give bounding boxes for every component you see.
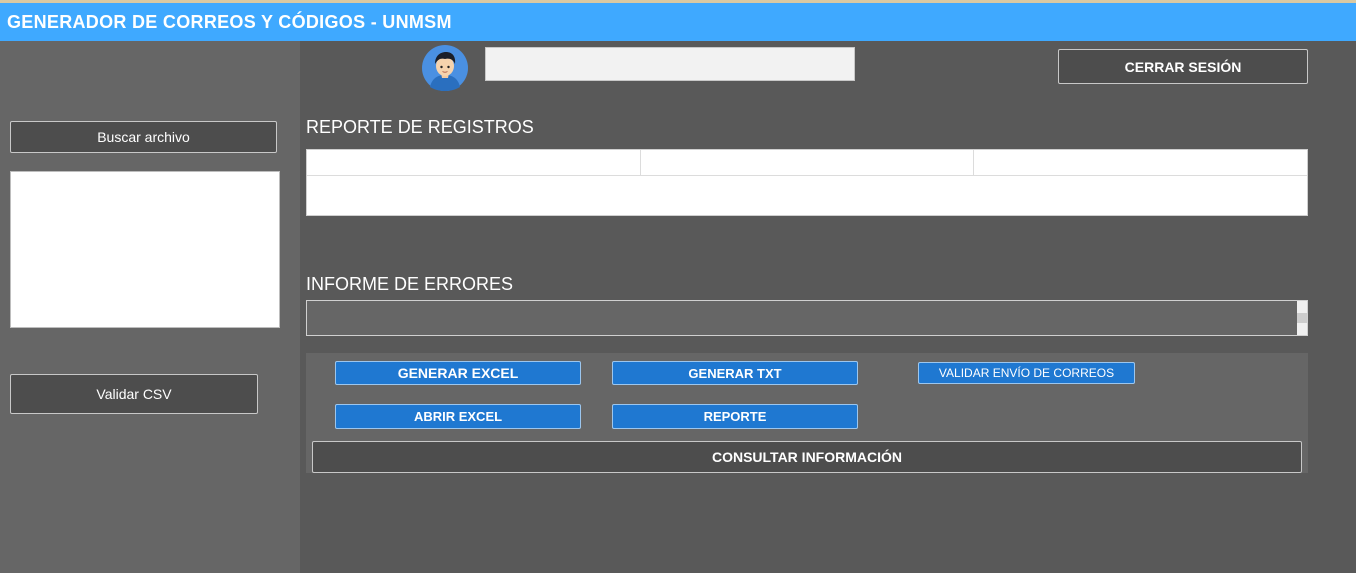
- validate-email-sending-button[interactable]: VALIDAR ENVÍO DE CORREOS: [918, 362, 1135, 384]
- generate-txt-button[interactable]: GENERAR TXT: [612, 361, 858, 385]
- generate-excel-button[interactable]: GENERAR EXCEL: [335, 361, 581, 385]
- user-avatar-icon: [421, 44, 469, 92]
- errors-section-title: INFORME DE ERRORES: [306, 274, 514, 294]
- file-list[interactable]: [10, 171, 280, 328]
- report-column-header[interactable]: [307, 150, 641, 175]
- error-scrollbar-thumb[interactable]: [1297, 313, 1307, 323]
- consult-information-button[interactable]: CONSULTAR INFORMACIÓN: [312, 441, 1302, 473]
- error-scrollbar[interactable]: [1297, 301, 1307, 335]
- validate-csv-button[interactable]: Validar CSV: [10, 374, 258, 414]
- app-title: GENERADOR DE CORREOS Y CÓDIGOS - UNMSM: [0, 3, 1356, 41]
- username-display-field[interactable]: [485, 47, 855, 81]
- report-table-header: [307, 150, 1307, 176]
- report-section-title: REPORTE DE REGISTROS: [306, 117, 534, 137]
- report-button[interactable]: REPORTE: [612, 404, 858, 429]
- logout-button[interactable]: CERRAR SESIÓN: [1058, 49, 1308, 84]
- report-column-header[interactable]: [641, 150, 975, 175]
- browse-file-button[interactable]: Buscar archivo: [10, 121, 277, 153]
- report-table[interactable]: [306, 149, 1308, 216]
- error-report-area[interactable]: [306, 300, 1308, 336]
- open-excel-button[interactable]: ABRIR EXCEL: [335, 404, 581, 429]
- report-column-header[interactable]: [974, 150, 1307, 175]
